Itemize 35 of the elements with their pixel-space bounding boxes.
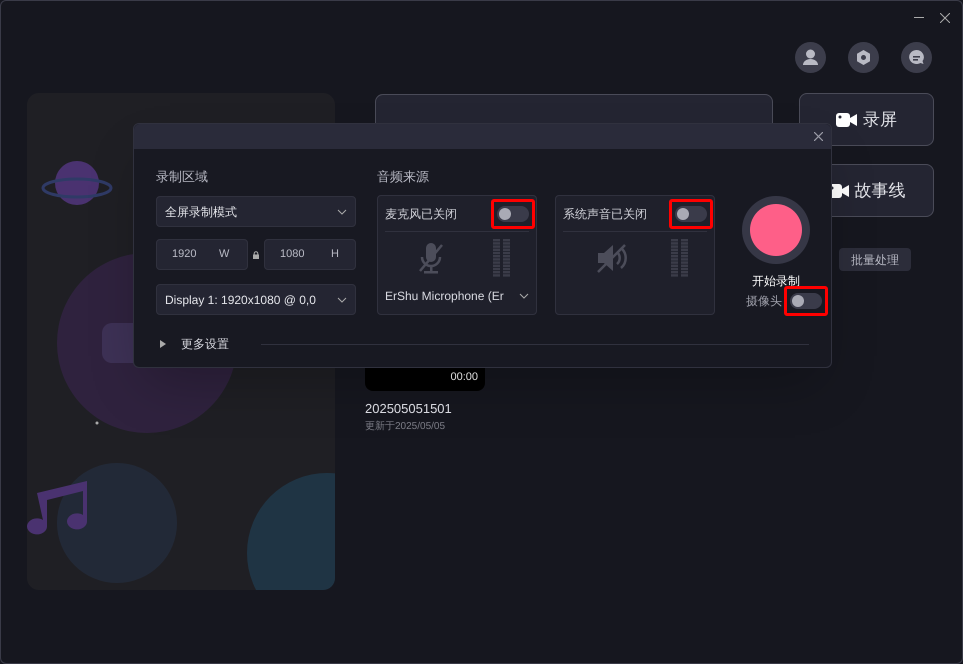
toggle-switch[interactable] bbox=[675, 206, 707, 222]
close-icon[interactable] bbox=[814, 132, 823, 141]
chat-icon[interactable] bbox=[901, 42, 932, 73]
section-heading: 音频来源 bbox=[377, 168, 429, 186]
section-heading: 录制区域 bbox=[156, 168, 208, 186]
video-camera-icon bbox=[836, 112, 857, 126]
device-dropdown[interactable]: ErShu Microphone (Er bbox=[378, 287, 536, 305]
duration-label: 00:00 bbox=[450, 372, 478, 383]
toggle-switch[interactable] bbox=[790, 293, 822, 309]
chevron-down-icon bbox=[519, 293, 529, 299]
record-icon bbox=[742, 196, 810, 264]
level-meter-icon bbox=[671, 239, 688, 277]
updated-date: 更新于2025/05/05 bbox=[365, 420, 446, 434]
chevron-down-icon bbox=[337, 208, 347, 214]
more-settings-toggle[interactable]: 更多设置 bbox=[160, 335, 229, 353]
source-label: 麦克风已关闭 bbox=[385, 206, 457, 222]
settings-icon[interactable] bbox=[848, 42, 879, 73]
mode-dropdown[interactable]: 全屏录制模式 bbox=[156, 196, 356, 227]
muted-speaker-icon bbox=[596, 243, 629, 273]
height-input[interactable]: 1080 H bbox=[264, 239, 356, 270]
source-label: 系统声音已关闭 bbox=[563, 206, 647, 222]
chevron-down-icon bbox=[337, 296, 347, 302]
batch-process-button[interactable]: 批量处理 bbox=[839, 248, 911, 271]
toggle-switch[interactable] bbox=[497, 206, 529, 222]
recording-name: 202505051501 bbox=[365, 400, 452, 418]
action-button[interactable]: 录屏 bbox=[799, 93, 934, 146]
width-input[interactable]: 1920 W bbox=[156, 239, 248, 270]
display-dropdown[interactable]: Display 1: 1920x1080 @ 0,0 bbox=[156, 284, 356, 315]
lock-icon bbox=[253, 250, 259, 258]
muted-microphone-icon bbox=[418, 241, 444, 275]
camera-label: 摄像头 bbox=[746, 293, 782, 310]
close-icon[interactable] bbox=[940, 13, 950, 23]
user-icon[interactable] bbox=[795, 42, 826, 73]
minimize-icon[interactable] bbox=[914, 17, 924, 19]
level-meter-icon bbox=[493, 239, 510, 277]
